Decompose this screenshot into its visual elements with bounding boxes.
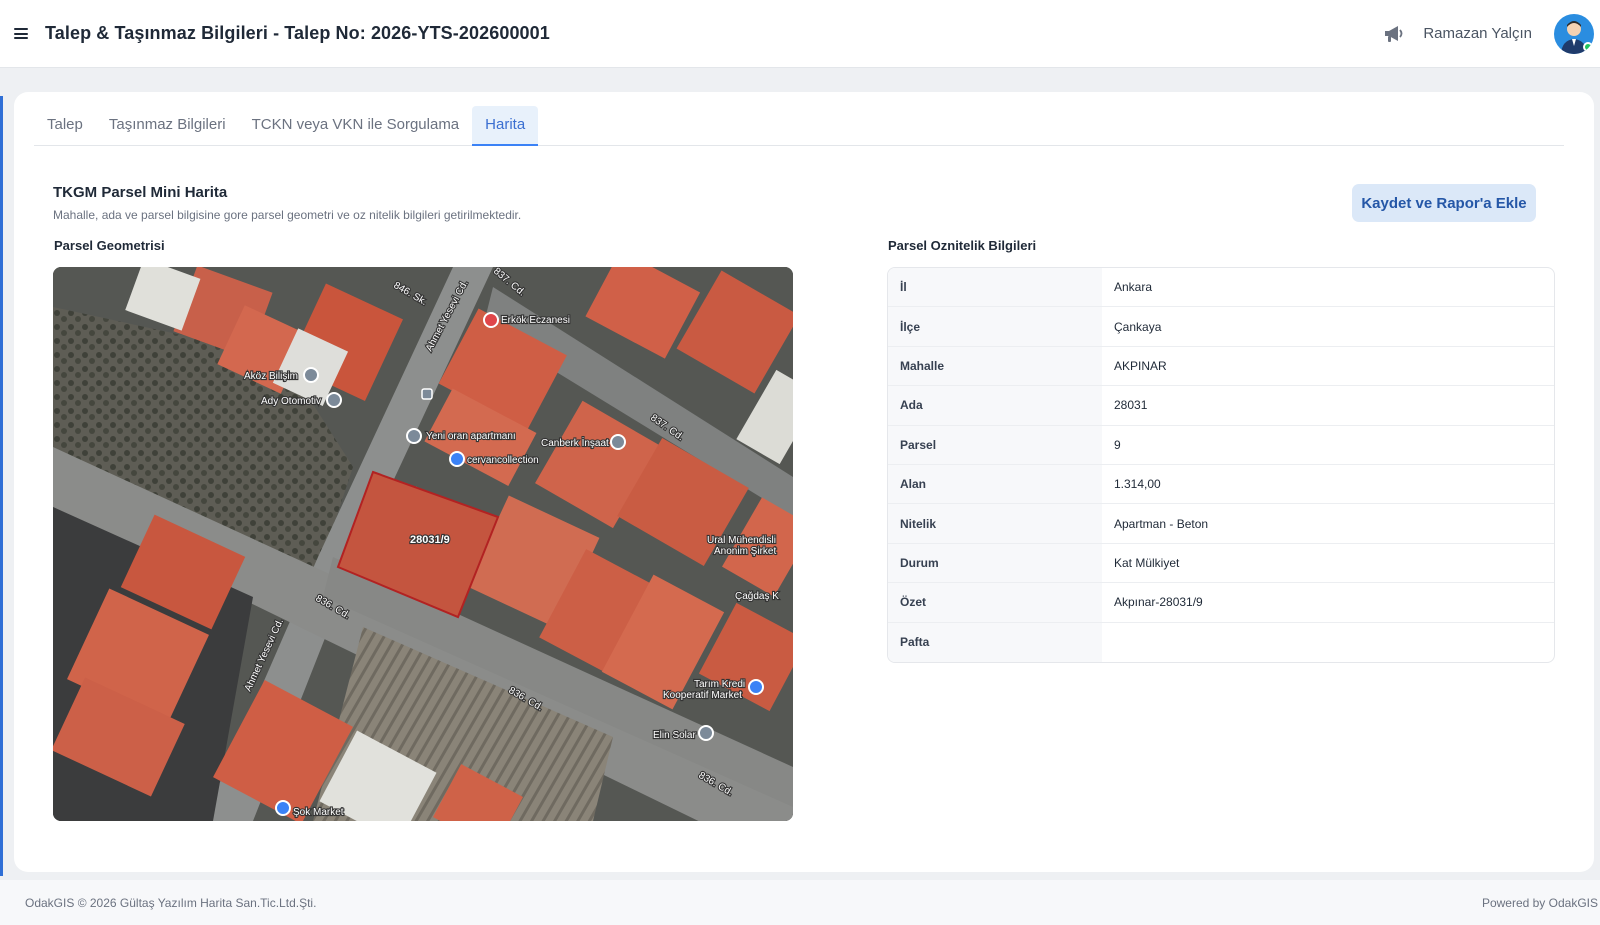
market-marker-icon[interactable] — [275, 800, 291, 816]
table-row: Durum Kat Mülkiyet — [888, 543, 1554, 584]
table-row: İl Ankara — [888, 268, 1554, 308]
user-name[interactable]: Ramazan Yalçın — [1423, 25, 1532, 42]
attr-key-parsel: Parsel — [888, 425, 1102, 464]
app-header: Talep & Taşınmaz Bilgileri - Talep No: 2… — [0, 0, 1600, 68]
content-card: Talep Taşınmaz Bilgileri TCKN veya VKN i… — [14, 92, 1594, 872]
attr-key-nitelik: Nitelik — [888, 504, 1102, 543]
attr-key-il: İl — [888, 268, 1102, 307]
tab-tasinmaz-bilgileri[interactable]: Taşınmaz Bilgileri — [96, 106, 239, 146]
attr-value-nitelik: Apartman - Beton — [1114, 516, 1209, 531]
attr-key-ilce: İlçe — [888, 307, 1102, 346]
attr-value-mahalle: AKPINAR — [1114, 358, 1167, 373]
poi-tarim-kredi-label-1: Tarım Kredi — [694, 679, 745, 690]
footer-powered-by[interactable]: Powered by OdakGIS — [1482, 896, 1600, 910]
poi-yeni-oran-label: Yeni oran apartmanı — [426, 431, 516, 442]
page-title: Talep & Taşınmaz Bilgileri - Talep No: 2… — [45, 23, 550, 43]
tab-harita[interactable]: Harita — [472, 106, 539, 146]
attr-key-ozet: Özet — [888, 583, 1102, 622]
tab-tckn-vkn-sorgulama[interactable]: TCKN veya VKN ile Sorgulama — [239, 106, 473, 146]
market-marker-icon[interactable] — [748, 679, 764, 695]
geometry-label: Parsel Geometrisi — [54, 238, 165, 253]
app-footer: OdakGIS © 2026 Gültaş Yazılım Harita San… — [0, 880, 1600, 925]
left-edge-strip — [0, 96, 3, 876]
table-row: Ada 28031 — [888, 386, 1554, 426]
attr-value-ilce: Çankaya — [1114, 319, 1162, 334]
attributes-label: Parsel Oznitelik Bilgileri — [888, 238, 1037, 253]
attribute-table: İl Ankara İlçe Çankaya Mahalle AKPINAR A… — [887, 267, 1555, 663]
bus-stop-icon[interactable] — [421, 388, 433, 400]
attr-key-ada: Ada — [888, 386, 1102, 425]
save-and-add-to-report-button[interactable]: Kaydet ve Rapor'a Ekle — [1352, 184, 1536, 222]
poi-cervancollection-label: cervancollection — [467, 455, 539, 466]
poi-ural-label-1: Ural Mühendisli — [707, 535, 776, 546]
table-row: Mahalle AKPINAR — [888, 346, 1554, 387]
parcel-number-label: 28031/9 — [410, 534, 450, 546]
attr-key-mahalle: Mahalle — [888, 346, 1102, 386]
table-row: İlçe Çankaya — [888, 307, 1554, 347]
attr-value-parsel: 9 — [1114, 437, 1121, 452]
attr-value-durum: Kat Mülkiyet — [1114, 555, 1180, 570]
poi-sok-market-label: Şok Market — [293, 807, 344, 818]
poi-canberk-label: Canberk İnşaat — [541, 436, 609, 449]
footer-copyright: OdakGIS © 2026 Gültaş Yazılım Harita San… — [25, 895, 317, 910]
pharmacy-marker-icon[interactable] — [483, 312, 499, 328]
poi-erkok-eczanesi-label: Erkök Eczanesi — [501, 315, 570, 326]
attr-value-il: Ankara — [1114, 280, 1153, 295]
attr-value-pafta — [1102, 623, 1554, 662]
place-marker-icon[interactable] — [303, 367, 319, 383]
place-marker-icon[interactable] — [406, 428, 422, 444]
table-row: Pafta — [888, 622, 1554, 662]
table-row: Nitelik Apartman - Beton — [888, 504, 1554, 544]
attr-key-alan: Alan — [888, 464, 1102, 504]
attr-value-ozet: Akpınar-28031/9 — [1114, 595, 1203, 610]
place-marker-icon[interactable] — [698, 725, 714, 741]
user-avatar[interactable] — [1554, 13, 1594, 54]
poi-akoz-bilisim-label: Aköz Bilişim — [244, 371, 298, 382]
attr-key-durum: Durum — [888, 543, 1102, 583]
tab-talep[interactable]: Talep — [34, 106, 96, 146]
attr-key-pafta: Pafta — [888, 622, 1102, 662]
tab-bar: Talep Taşınmaz Bilgileri TCKN veya VKN i… — [34, 106, 1564, 146]
poi-elin-solar-label: Elin Solar — [653, 730, 696, 741]
parcel-map[interactable]: 28031/9 846. Sk. Ahmet Yesevi Cd. 837. C… — [53, 267, 793, 821]
place-marker-icon[interactable] — [610, 434, 626, 450]
attr-value-ada: 28031 — [1114, 398, 1148, 413]
shop-marker-icon[interactable] — [449, 451, 465, 467]
megaphone-icon[interactable] — [1381, 21, 1407, 47]
header-actions: Ramazan Yalçın — [1381, 0, 1600, 68]
satellite-map-image: 28031/9 846. Sk. Ahmet Yesevi Cd. 837. C… — [53, 267, 793, 821]
poi-cagdas-label: Çağdaş K — [735, 591, 779, 602]
table-row: Özet Akpınar-28031/9 — [888, 583, 1554, 623]
poi-ural-label-2: Anonim Şirket — [714, 546, 776, 557]
attr-value-alan: 1.314,00 — [1114, 477, 1161, 492]
table-row: Alan 1.314,00 — [888, 464, 1554, 505]
section-subtitle: Mahalle, ada ve parsel bilgisine gore pa… — [53, 208, 522, 222]
online-status-dot — [1583, 41, 1593, 52]
poi-tarim-kredi-label-2: Kooperatif Market — [663, 690, 742, 701]
table-row: Parsel 9 — [888, 425, 1554, 465]
hamburger-menu-icon[interactable] — [0, 0, 42, 68]
place-marker-icon[interactable] — [326, 392, 342, 408]
section-title: TKGM Parsel Mini Harita — [53, 184, 228, 201]
poi-ady-otomotiv-label: Ady Otomotiv — [261, 396, 321, 407]
